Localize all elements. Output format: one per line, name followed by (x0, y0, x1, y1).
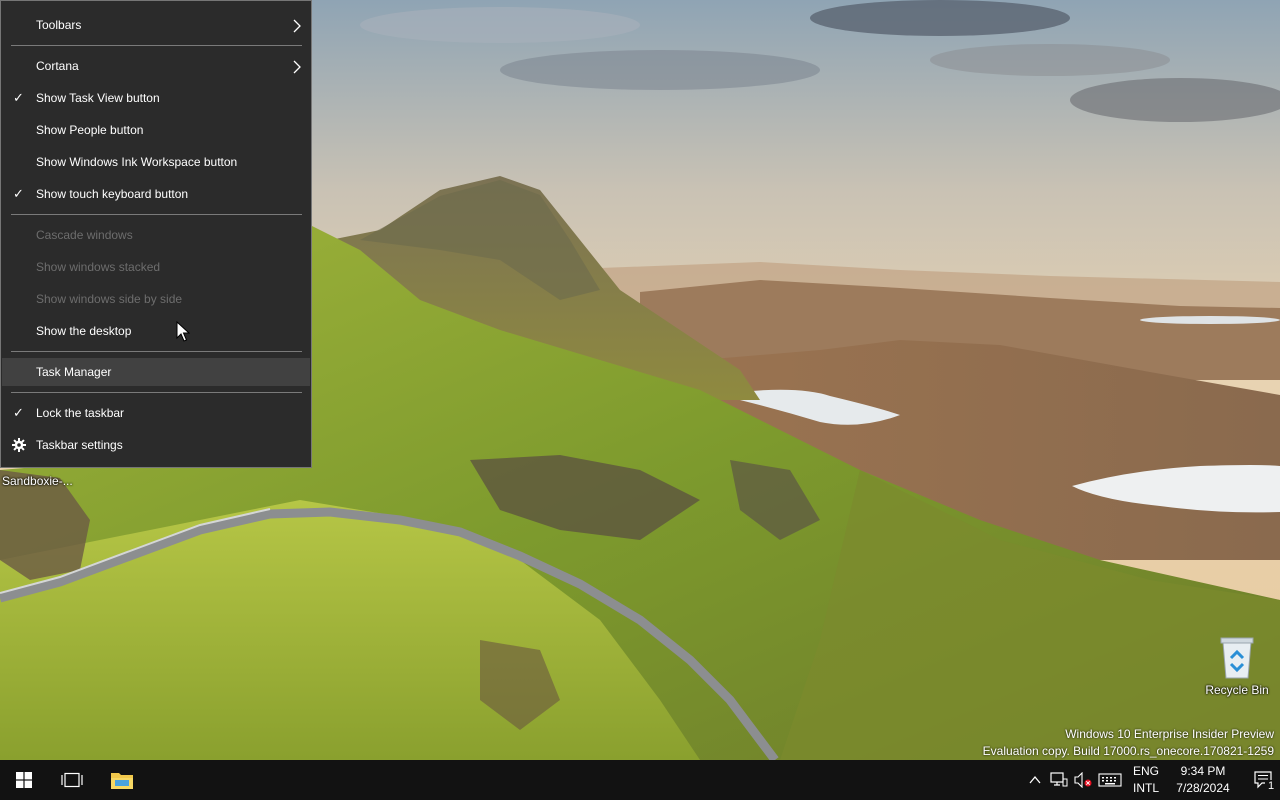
menu-item-lock-the-taskbar[interactable]: ✓ Lock the taskbar (2, 399, 310, 427)
clock-time: 9:34 PM (1180, 764, 1226, 778)
desktop-icon-recycle-bin[interactable]: Recycle Bin (1200, 628, 1274, 700)
language-indicator[interactable]: ENG INTL (1126, 760, 1166, 800)
menu-item-show-people-button[interactable]: Show People button (2, 116, 310, 144)
taskbar[interactable]: ENG INTL 9:34 PM 7/28/2024 1 (0, 760, 1280, 800)
recycle-bin-icon (1220, 637, 1254, 679)
task-view-icon (61, 772, 83, 788)
menu-item-show-windows-ink-workspace-button[interactable]: Show Windows Ink Workspace button (2, 148, 310, 176)
system-tray: ENG INTL 9:34 PM 7/28/2024 1 (1020, 760, 1280, 800)
menu-item-label: Show touch keyboard button (36, 187, 189, 201)
menu-item-label: Show windows stacked (36, 260, 161, 274)
start-button[interactable] (0, 760, 48, 800)
menu-item-cortana[interactable]: Cortana (2, 52, 310, 80)
network-icon[interactable] (1050, 772, 1068, 788)
menu-item-taskbar-settings[interactable]: Taskbar settings (2, 431, 310, 459)
menu-item-label: Lock the taskbar (36, 406, 125, 420)
menu-item-show-windows-side-by-side: Show windows side by side (2, 285, 310, 313)
checkmark-icon: ✓ (13, 90, 24, 105)
menu-item-label: Cascade windows (36, 228, 133, 242)
notification-count-badge: 1 (1265, 780, 1277, 793)
menu-item-label: Task Manager (36, 365, 112, 379)
menu-item-cascade-windows: Cascade windows (2, 221, 310, 249)
language-code: ENG (1132, 764, 1159, 778)
menu-separator (11, 392, 302, 393)
menu-item-label: Cortana (36, 59, 79, 73)
windows-evaluation-watermark: Windows 10 Enterprise Insider Preview Ev… (983, 726, 1274, 760)
menu-item-label: Show Windows Ink Workspace button (36, 155, 238, 169)
menu-item-toolbars[interactable]: Toolbars (2, 11, 310, 39)
menu-item-label: Show windows side by side (36, 292, 183, 306)
watermark-line-2: Evaluation copy. Build 17000.rs_onecore.… (982, 744, 1274, 758)
clock-date: 7/28/2024 (1176, 781, 1230, 795)
file-explorer-taskbar-button[interactable] (98, 760, 146, 800)
chevron-right-icon (293, 60, 301, 74)
mouse-cursor-icon (176, 321, 190, 342)
watermark-line-1: Windows 10 Enterprise Insider Preview (1065, 727, 1274, 741)
gear-icon (12, 438, 26, 452)
menu-item-show-the-desktop[interactable]: Show the desktop (2, 317, 310, 345)
menu-item-label: Taskbar settings (36, 438, 123, 452)
desktop-icon-sandboxie-label[interactable]: Sandboxie-... (2, 474, 73, 488)
file-explorer-icon (111, 773, 133, 789)
task-view-button[interactable] (48, 760, 96, 800)
touch-keyboard-icon[interactable] (1098, 773, 1122, 787)
menu-item-label: Show Task View button (36, 91, 160, 105)
menu-separator (11, 351, 302, 352)
menu-item-task-manager[interactable]: Task Manager (2, 358, 310, 386)
menu-item-show-windows-stacked: Show windows stacked (2, 253, 310, 281)
taskbar-context-menu: Toolbars Cortana ✓ Show Task View button… (0, 0, 312, 468)
volume-muted-icon[interactable] (1074, 772, 1092, 788)
windows-logo-icon (16, 772, 32, 788)
checkmark-icon: ✓ (13, 186, 24, 201)
chevron-right-icon (293, 19, 301, 33)
menu-item-label: Toolbars (36, 18, 82, 32)
menu-separator (11, 214, 302, 215)
recycle-bin-label: Recycle Bin (1205, 683, 1269, 697)
menu-item-show-task-view-button[interactable]: ✓ Show Task View button (2, 84, 310, 112)
action-center-button[interactable]: 1 (1246, 760, 1280, 800)
menu-item-show-touch-keyboard-button[interactable]: ✓ Show touch keyboard button (2, 180, 310, 208)
menu-separator (11, 45, 302, 46)
keyboard-layout-code: INTL (1132, 781, 1159, 795)
checkmark-icon: ✓ (13, 405, 24, 420)
chevron-up-icon[interactable] (1029, 773, 1041, 787)
menu-item-label: Show People button (36, 123, 144, 137)
clock[interactable]: 9:34 PM 7/28/2024 (1168, 760, 1248, 800)
menu-item-label: Show the desktop (36, 324, 132, 338)
